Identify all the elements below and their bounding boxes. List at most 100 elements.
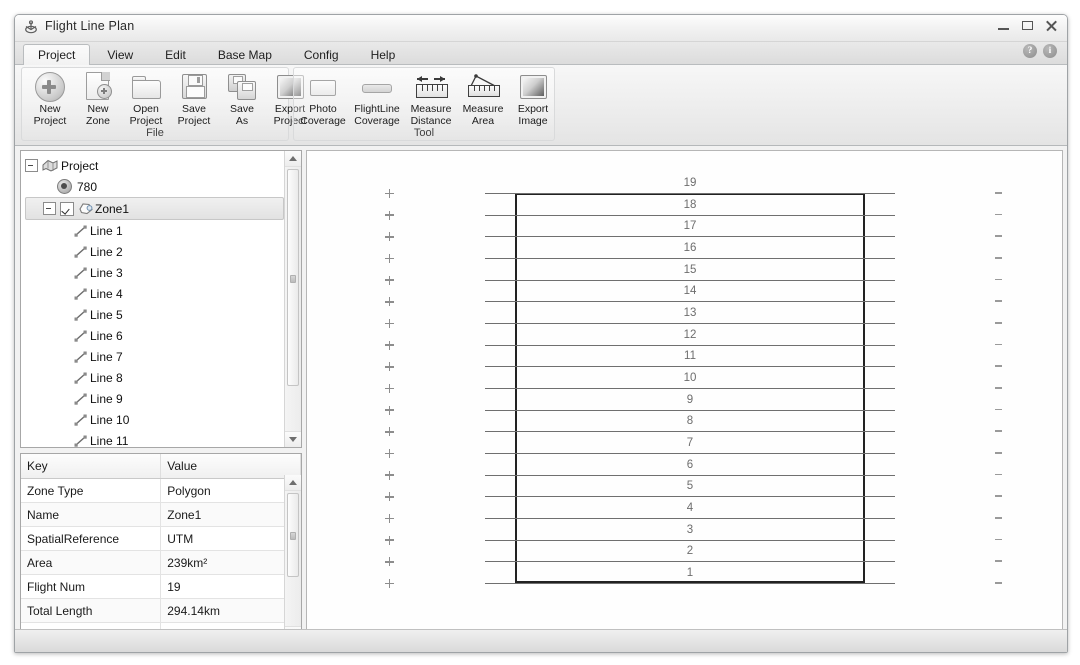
- property-scroll-up-button[interactable]: [285, 475, 301, 491]
- tree-scrollbar-thumb[interactable]: [287, 169, 299, 386]
- photo-coverage-label-2: Coverage: [300, 114, 346, 127]
- rectangle-icon: [307, 72, 339, 102]
- close-button[interactable]: [1044, 18, 1059, 33]
- open-project-button[interactable]: Open Project: [122, 70, 170, 130]
- flight-line[interactable]: [485, 431, 895, 433]
- tree-item-line-6[interactable]: Line 6: [25, 325, 284, 346]
- property-key: Area: [21, 550, 162, 575]
- flight-line[interactable]: [485, 366, 895, 368]
- tab-view[interactable]: View: [92, 44, 148, 65]
- app-icon: [23, 20, 39, 36]
- property-scrollbar[interactable]: [284, 475, 301, 642]
- property-value[interactable]: 294.14km: [160, 598, 301, 623]
- property-value[interactable]: Zone1: [160, 502, 301, 527]
- tab-edit[interactable]: Edit: [150, 44, 201, 65]
- flight-line[interactable]: [485, 258, 895, 259]
- flight-line[interactable]: [485, 409, 895, 411]
- tree-expander-icon[interactable]: [25, 159, 38, 172]
- line-icon: [74, 371, 89, 384]
- flight-line-end-marker-icon: [995, 300, 1002, 302]
- tree-checkbox[interactable]: [60, 201, 74, 216]
- tree-item-line-5[interactable]: Line 5: [25, 304, 284, 325]
- property-row[interactable]: Flight Num 19: [21, 574, 301, 599]
- tree-item-line-1[interactable]: Line 1: [25, 220, 284, 241]
- tree-item-line-3[interactable]: Line 3: [25, 262, 284, 283]
- property-row[interactable]: Name Zone1: [21, 502, 301, 527]
- tree-item-label: Line 7: [90, 349, 123, 364]
- flight-line[interactable]: [485, 193, 895, 194]
- property-row[interactable]: SpatialReference UTM: [21, 526, 301, 551]
- property-row[interactable]: Total Length 294.14km: [21, 598, 301, 623]
- tab-help[interactable]: Help: [356, 44, 411, 65]
- tree-item-label: Line 3: [90, 265, 123, 280]
- maximize-button[interactable]: [1020, 18, 1035, 33]
- flight-line[interactable]: [485, 236, 895, 238]
- flight-line-label: 8: [686, 415, 694, 428]
- tree-item-line-9[interactable]: Line 9: [25, 388, 284, 409]
- export-image-button[interactable]: Export Image: [509, 70, 557, 130]
- tree-item-line-10[interactable]: Line 10: [25, 409, 284, 430]
- photo-coverage-button[interactable]: Photo Coverage: [297, 70, 349, 130]
- tree-expander-icon[interactable]: [43, 202, 56, 215]
- flight-line[interactable]: [485, 474, 895, 476]
- flight-line[interactable]: [485, 388, 895, 389]
- tree-item-line-7[interactable]: Line 7: [25, 346, 284, 367]
- flight-line[interactable]: [485, 279, 895, 281]
- flight-line-start-marker-icon: [385, 557, 394, 567]
- new-project-button[interactable]: New Project: [26, 70, 74, 130]
- new-zone-label-1: New: [87, 103, 109, 115]
- tree-item-line-11[interactable]: Line 11: [25, 430, 284, 447]
- tree-item-zone1[interactable]: Zone1: [25, 197, 284, 220]
- flight-line-start-marker-icon: [385, 297, 394, 307]
- flight-line[interactable]: [485, 583, 895, 584]
- tree-item-line-4[interactable]: Line 4: [25, 283, 284, 304]
- property-key: SpatialReference: [21, 526, 162, 551]
- flight-line[interactable]: [485, 323, 895, 324]
- measure-area-button[interactable]: Measure Area: [457, 70, 509, 130]
- main-content: Project 780 Zone1 Line 1 Line 2 Line 3 Line 4 L…: [15, 146, 1067, 652]
- folder-icon: [130, 72, 162, 102]
- flight-line[interactable]: [485, 214, 895, 216]
- property-value[interactable]: Polygon: [160, 478, 301, 503]
- flight-line[interactable]: [485, 561, 895, 563]
- save-project-button[interactable]: Save Project: [170, 70, 218, 130]
- flight-line-start-marker-icon: [385, 232, 394, 242]
- flight-line-start-marker-icon: [385, 362, 394, 372]
- flight-line-start-marker-icon: [385, 210, 394, 220]
- tree-item-line-2[interactable]: Line 2: [25, 241, 284, 262]
- flight-line[interactable]: [485, 518, 895, 519]
- property-row[interactable]: Area 239km²: [21, 550, 301, 575]
- project-tree[interactable]: Project 780 Zone1 Line 1 Line 2 Line 3 Line 4 L…: [21, 151, 284, 447]
- tab-base-map[interactable]: Base Map: [203, 44, 287, 65]
- help-icon[interactable]: ?: [1023, 44, 1037, 58]
- open-project-label-2: Project: [129, 114, 163, 127]
- tree-item-780[interactable]: 780: [25, 176, 284, 197]
- flight-line-start-marker-icon: [385, 275, 394, 285]
- property-value[interactable]: 239km²: [160, 550, 301, 575]
- tree-scroll-up-button[interactable]: [285, 151, 301, 167]
- tree-item-project[interactable]: Project: [25, 155, 284, 176]
- flightline-coverage-button[interactable]: FlightLine Coverage: [349, 70, 405, 130]
- window-controls: [996, 18, 1059, 33]
- save-as-button[interactable]: Save As: [218, 70, 266, 130]
- measure-distance-button[interactable]: Measure Distance: [405, 70, 457, 130]
- property-row[interactable]: Zone Type Polygon: [21, 478, 301, 503]
- property-value[interactable]: 19: [160, 574, 301, 599]
- flight-line[interactable]: [485, 301, 895, 303]
- new-zone-button[interactable]: New Zone: [74, 70, 122, 130]
- flight-line-label: 11: [684, 350, 696, 363]
- tree-scroll-down-button[interactable]: [285, 431, 301, 447]
- flight-line[interactable]: [485, 496, 895, 498]
- map-canvas[interactable]: 19181716151413121110987654321 公众号 · 逍遥设计…: [306, 150, 1063, 649]
- tree-scrollbar[interactable]: [284, 151, 301, 447]
- tab-config[interactable]: Config: [289, 44, 354, 65]
- tab-project[interactable]: Project: [23, 44, 91, 65]
- info-icon[interactable]: i: [1043, 44, 1057, 58]
- flight-line[interactable]: [485, 453, 895, 454]
- property-scrollbar-thumb[interactable]: [287, 493, 299, 577]
- minimize-button[interactable]: [996, 18, 1011, 33]
- flight-line[interactable]: [485, 344, 895, 346]
- property-value[interactable]: UTM: [160, 526, 301, 551]
- flight-line[interactable]: [485, 539, 895, 541]
- tree-item-line-8[interactable]: Line 8: [25, 367, 284, 388]
